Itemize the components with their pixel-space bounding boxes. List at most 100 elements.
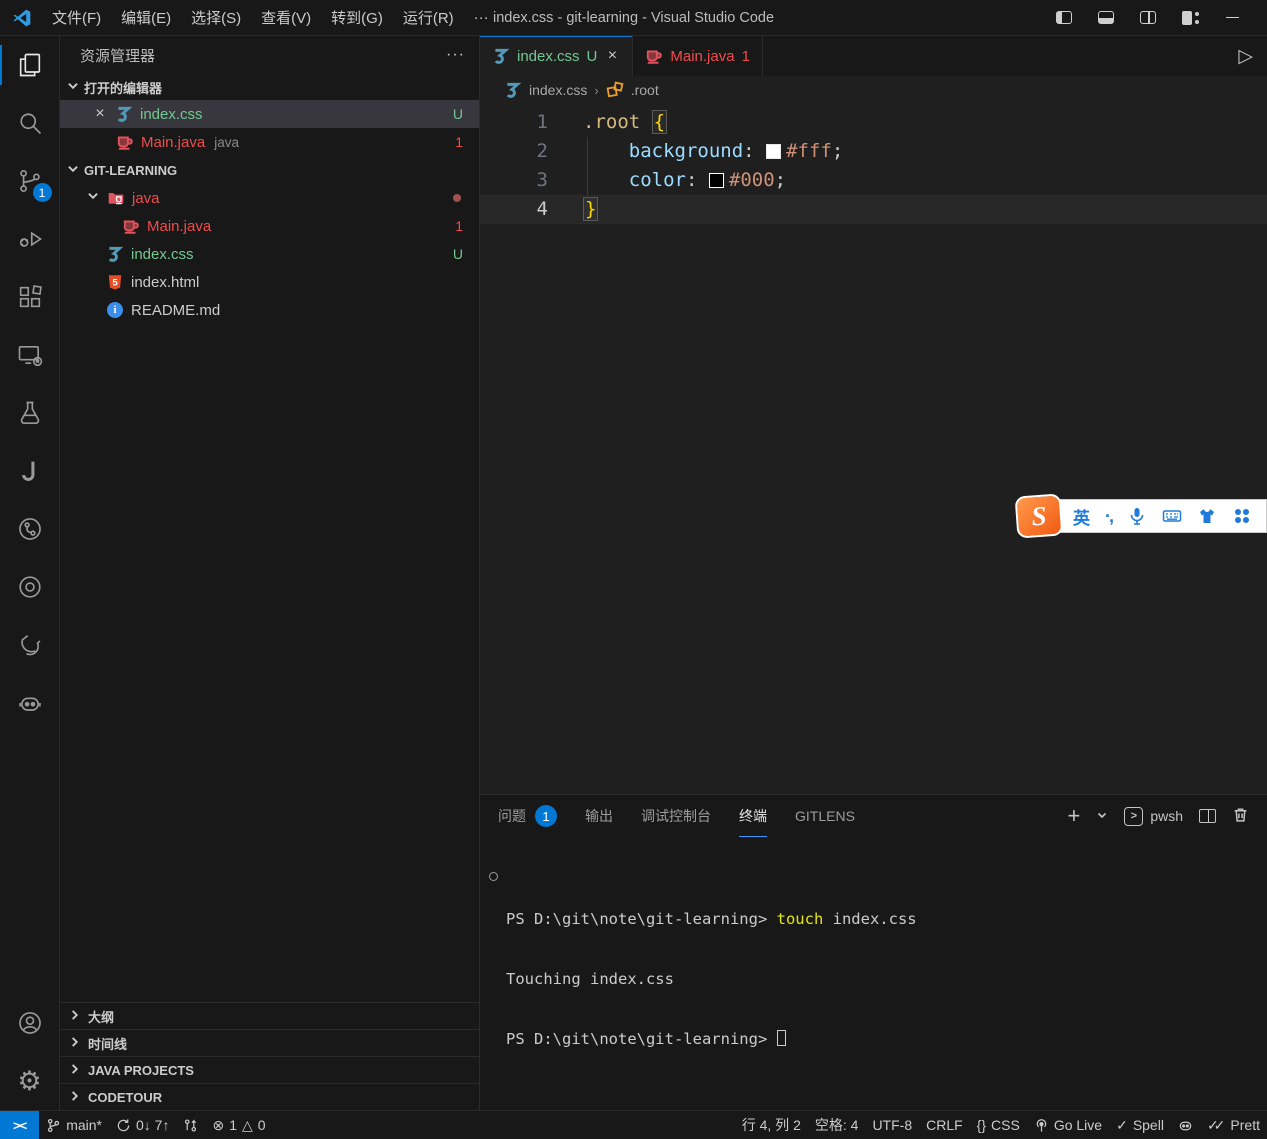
menu-goto[interactable]: 转到(G) bbox=[321, 3, 393, 32]
semicolon: ; bbox=[832, 140, 843, 162]
panel-tab-output[interactable]: 输出 bbox=[585, 795, 613, 837]
tree-file-index-html[interactable]: 5 index.html bbox=[60, 268, 479, 296]
panel-tab-debug-console[interactable]: 调试控制台 bbox=[641, 795, 711, 837]
panel-tab-terminal[interactable]: 终端 bbox=[739, 795, 767, 837]
robot-status-item[interactable] bbox=[1171, 1111, 1200, 1139]
toggle-panel-icon[interactable] bbox=[1098, 11, 1114, 24]
activitybar-codetour[interactable] bbox=[0, 558, 60, 616]
split-terminal-icon[interactable] bbox=[1199, 809, 1216, 823]
prettier-item[interactable]: ✓✓ Prett bbox=[1200, 1111, 1267, 1139]
indentation-item[interactable]: 空格: 4 bbox=[808, 1111, 866, 1139]
git-branch-item[interactable]: main* bbox=[39, 1111, 109, 1139]
section-outline[interactable]: 大纲 bbox=[60, 1002, 479, 1029]
tab-index-css[interactable]: index.css U × bbox=[480, 36, 633, 76]
activitybar-j-extension[interactable] bbox=[0, 442, 60, 500]
color-swatch-white[interactable] bbox=[766, 144, 781, 159]
ime-punctuation-toggle[interactable]: ·, bbox=[1105, 506, 1112, 527]
encoding-item[interactable]: UTF-8 bbox=[865, 1111, 919, 1139]
spell-checker-item[interactable]: ✓ Spell bbox=[1109, 1111, 1171, 1139]
problems-badge: 1 bbox=[455, 218, 463, 234]
terminal-output[interactable]: PS D:\git\note\git-learning> touch index… bbox=[480, 837, 1267, 1110]
problems-status-item[interactable]: ⊗ 1 △ 0 bbox=[205, 1111, 272, 1139]
toggle-sidebar-icon[interactable] bbox=[1056, 11, 1072, 24]
menu-view[interactable]: 查看(V) bbox=[251, 3, 321, 32]
open-editors-header[interactable]: 打开的编辑器 bbox=[60, 74, 479, 100]
language-mode-item[interactable]: {} CSS bbox=[970, 1111, 1027, 1139]
tab-main-java[interactable]: Main.java 1 bbox=[633, 36, 763, 76]
terminal-instance-pwsh[interactable]: > pwsh bbox=[1124, 807, 1183, 826]
command-decoration-icon[interactable] bbox=[489, 872, 498, 881]
activitybar-pour-extension[interactable] bbox=[0, 616, 60, 674]
tree-file-index-css[interactable]: index.css U bbox=[60, 240, 479, 268]
chevron-right-icon bbox=[68, 1035, 82, 1052]
skin-shirt-icon[interactable] bbox=[1197, 506, 1217, 526]
activitybar-run-debug[interactable] bbox=[0, 210, 60, 268]
activitybar-testing[interactable] bbox=[0, 384, 60, 442]
ime-language-mode[interactable]: 英 bbox=[1073, 504, 1090, 529]
toggle-secondary-sidebar-icon[interactable] bbox=[1140, 11, 1156, 24]
section-title: CODETOUR bbox=[88, 1090, 162, 1105]
remote-indicator[interactable]: >< bbox=[0, 1111, 39, 1139]
sync-counts: 0↓ 7↑ bbox=[136, 1117, 169, 1133]
panel-tab-problems[interactable]: 问题 1 bbox=[498, 795, 557, 837]
cursor-position-item[interactable]: 行 4, 列 2 bbox=[735, 1111, 808, 1139]
git-status-badge: U bbox=[453, 106, 463, 122]
activitybar-extensions[interactable] bbox=[0, 268, 60, 326]
section-codetour[interactable]: CODETOUR bbox=[60, 1083, 479, 1110]
breadcrumb-file[interactable]: index.css bbox=[529, 82, 587, 98]
semicolon: ; bbox=[775, 169, 786, 191]
sogou-logo-icon[interactable]: S bbox=[1015, 493, 1064, 538]
section-java-projects[interactable]: JAVA PROJECTS bbox=[60, 1056, 479, 1083]
menu-run[interactable]: 运行(R) bbox=[393, 3, 464, 32]
command: touch bbox=[777, 910, 824, 928]
microphone-icon[interactable] bbox=[1127, 506, 1147, 526]
code-editor[interactable]: 1.root { 2 background: #fff; 3 color: #0… bbox=[480, 104, 1267, 794]
close-icon[interactable]: × bbox=[604, 47, 620, 65]
sidebar-more-actions[interactable]: ··· bbox=[446, 46, 465, 64]
open-editors-title: 打开的编辑器 bbox=[84, 78, 162, 97]
menu-file[interactable]: 文件(F) bbox=[42, 3, 111, 32]
section-title: JAVA PROJECTS bbox=[88, 1063, 194, 1078]
minimize-button[interactable] bbox=[1226, 17, 1239, 18]
new-terminal-button[interactable]: + bbox=[1067, 803, 1080, 829]
tree-folder-java[interactable]: java bbox=[60, 184, 479, 212]
problems-badge: 1 bbox=[455, 134, 463, 150]
sogou-ime-toolbar: S 英 ·, bbox=[1016, 497, 1267, 535]
toolbox-grid-icon[interactable] bbox=[1232, 506, 1252, 526]
run-file-button[interactable]: ▷ bbox=[1238, 36, 1253, 76]
activitybar-remote-explorer[interactable] bbox=[0, 326, 60, 384]
color-swatch-black[interactable] bbox=[709, 173, 724, 188]
activitybar-source-control[interactable]: 1 bbox=[0, 152, 60, 210]
close-icon[interactable]: × bbox=[92, 105, 108, 123]
terminal-dropdown-chevron[interactable] bbox=[1096, 808, 1108, 824]
customize-layout-icon[interactable] bbox=[1182, 11, 1200, 25]
eol-item[interactable]: CRLF bbox=[919, 1111, 970, 1139]
tree-file-readme[interactable]: i README.md bbox=[60, 296, 479, 324]
section-timeline[interactable]: 时间线 bbox=[60, 1029, 479, 1056]
activitybar-settings[interactable]: ⚙ bbox=[0, 1052, 60, 1110]
bottom-panel: 问题 1 输出 调试控制台 终端 GITLENS + bbox=[480, 794, 1267, 1110]
menu-selection[interactable]: 选择(S) bbox=[181, 3, 251, 32]
activitybar-search[interactable] bbox=[0, 94, 60, 152]
git-compare-item[interactable] bbox=[176, 1111, 205, 1139]
code-line-2: 2 background: #fff; bbox=[480, 137, 1267, 166]
svg-text:5: 5 bbox=[112, 277, 118, 288]
gitlens-icon bbox=[16, 515, 44, 543]
tree-file-main-java[interactable]: Main.java 1 bbox=[60, 212, 479, 240]
keyboard-icon[interactable] bbox=[1162, 506, 1182, 526]
menu-edit[interactable]: 编辑(E) bbox=[111, 3, 181, 32]
workspace-root-header[interactable]: GIT-LEARNING bbox=[60, 156, 479, 184]
activitybar-account[interactable] bbox=[0, 994, 60, 1052]
panel-tab-gitlens[interactable]: GITLENS bbox=[795, 795, 855, 837]
open-editor-index-css[interactable]: × index.css U bbox=[60, 100, 479, 128]
code-line-3: 3 color: #000; bbox=[480, 166, 1267, 195]
open-editor-main-java[interactable]: Main.java java 1 bbox=[60, 128, 479, 156]
go-live-item[interactable]: Go Live bbox=[1027, 1111, 1109, 1139]
git-sync-item[interactable]: 0↓ 7↑ bbox=[109, 1111, 176, 1139]
activitybar-gitlens[interactable] bbox=[0, 500, 60, 558]
activitybar-explorer[interactable] bbox=[0, 36, 60, 94]
search-icon bbox=[16, 109, 44, 137]
activitybar-robot-extension[interactable] bbox=[0, 674, 60, 732]
kill-terminal-icon[interactable] bbox=[1232, 806, 1249, 826]
breadcrumb-symbol[interactable]: .root bbox=[631, 82, 659, 98]
